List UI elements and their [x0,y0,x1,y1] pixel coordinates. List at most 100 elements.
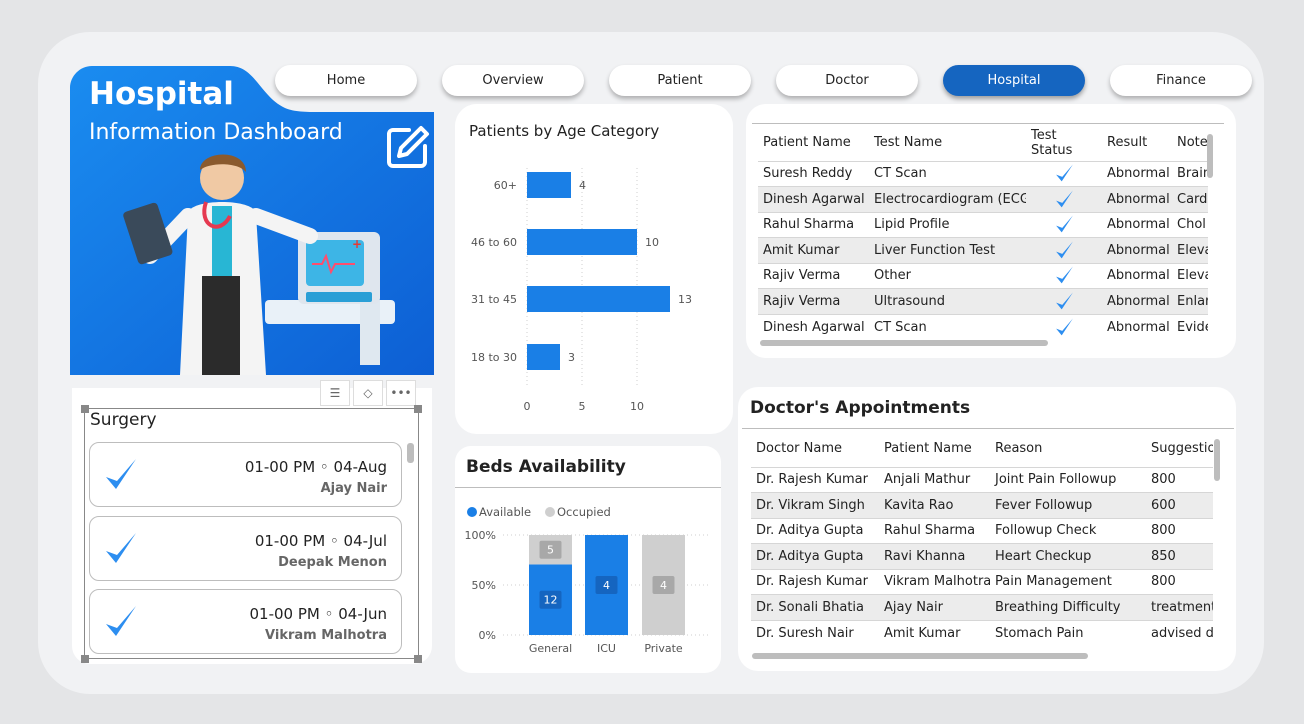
bar [527,172,571,198]
column-header[interactable]: Doctor Name [751,431,879,467]
table-cell: Suresh Reddy [758,160,869,187]
table-cell: Card [1172,186,1208,212]
table-row[interactable]: Dr. Sonali Bhatia Ajay Nair Breathing Diff… [751,594,1213,620]
check-icon [1055,241,1073,259]
table-cell: 800 [1146,568,1213,595]
table-row[interactable]: Dr. Suresh Nair Amit Kumar Stomach Pain adv… [751,619,1213,645]
table-row[interactable]: Rahul Sharma Lipid Profile Abnormal Chol [758,211,1208,238]
table-cell: 800 [1146,517,1213,544]
table-row[interactable]: Suresh Reddy CT Scan Abnormal Brain [758,160,1208,187]
table-cell: Joint Pain Followup [990,466,1146,493]
status-check-icon [1026,288,1102,314]
table-cell: Ajay Nair [879,594,990,620]
table-row[interactable]: Rajiv Verma Ultrasound Abnormal Enlar [758,288,1208,314]
table-cell: Abnormal [1102,160,1172,187]
appointments-table-wrap: Doctor NamePatient NameReasonSuggestion … [751,431,1213,645]
table-row[interactable]: Amit Kumar Liver Function Test Abnormal Ele… [758,237,1208,263]
resize-handle[interactable] [81,655,89,663]
table-cell: 600 [1146,492,1213,518]
bar [527,229,637,255]
surgery-time: 01-00 PM ◦ 04-Aug [244,458,387,476]
filter-icon[interactable]: ☰ [320,380,350,406]
status-check-icon [1026,262,1102,289]
scrollbar[interactable] [752,653,1088,659]
scrollbar[interactable] [407,443,414,463]
edit-icon[interactable] [385,124,431,170]
svg-text:+: + [352,237,362,251]
table-row[interactable]: Dr. Aditya Gupta Ravi Khanna Heart Checkup… [751,543,1213,569]
table-row[interactable]: Dr. Aditya Gupta Rahul Sharma Followup Che… [751,517,1213,544]
scrollbar[interactable] [1214,439,1220,481]
nav-tab-hospital[interactable]: Hospital [943,65,1085,96]
table-cell: Abnormal [1102,186,1172,212]
surgery-patient: Ajay Nair [320,481,387,496]
column-header[interactable]: Result [1102,125,1172,161]
resize-handle[interactable] [81,405,89,413]
y-tick-label: 46 to 60 [471,236,517,249]
bar [527,286,670,312]
table-cell: Abnormal [1102,288,1172,314]
table-cell: Enlar [1172,288,1208,314]
surgery-item[interactable]: 01-00 PM ◦ 04-Jun Vikram Malhotra [89,589,402,654]
tests-table-wrap: Patient Name Test Name Test Status Result No… [758,125,1208,339]
table-row[interactable]: Dr. Rajesh Kumar Anjali Mathur Joint Pain … [751,466,1213,493]
nav-tab-overview[interactable]: Overview [442,65,584,96]
x-tick-label: 10 [630,400,644,413]
table-cell: 800 [1146,466,1213,493]
tests-table: Patient Name Test Name Test Status Result No… [758,125,1208,339]
check-icon [106,459,136,489]
status-check-icon [1026,237,1102,263]
table-row[interactable]: Dr. Vikram Singh Kavita Rao Fever Followup… [751,492,1213,518]
column-header[interactable]: Patient Name [879,431,990,467]
column-header[interactable]: Test Name [869,125,1026,161]
surgery-time: 01-00 PM ◦ 04-Jun [249,605,388,623]
table-cell: Abnormal [1102,313,1172,339]
table-cell: Ultrasound [869,288,1026,314]
data-label: 10 [645,236,659,249]
scrollbar[interactable] [1207,134,1213,178]
more-options-icon[interactable]: ••• [386,380,416,406]
table-cell: Ravi Khanna [879,543,990,569]
table-row[interactable]: Dinesh Agarwal Electrocardiogram (ECG) Abn… [758,186,1208,212]
data-label: 4 [660,579,667,592]
age-bar-chart: 60+ 4 46 to 60 10 31 to 45 13 18 to 30 3 0 5 10 [471,168,692,413]
eraser-icon[interactable]: ◇ [353,380,383,406]
y-tick-label: 18 to 30 [471,351,517,364]
surgery-item[interactable]: 01-00 PM ◦ 04-Jul Deepak Menon [89,516,402,581]
x-tick-label: ICU [597,642,616,655]
table-row[interactable]: Dinesh AgarwalCT Scan AbnormalEvide [758,313,1208,339]
table-cell: Dr. Rajesh Kumar [751,466,879,493]
scrollbar[interactable] [760,340,1048,346]
surgery-item[interactable]: 01-00 PM ◦ 04-Aug Ajay Nair [89,442,402,507]
check-icon [1055,215,1073,233]
table-cell: treatment [1146,594,1213,620]
column-header[interactable]: Patient Name [758,125,869,161]
table-cell: Fever Followup [990,492,1146,518]
column-header[interactable]: Reason [990,431,1146,467]
nav-tab-finance[interactable]: Finance [1110,65,1252,96]
divider [455,487,721,488]
x-tick-label: 5 [579,400,586,413]
legend-marker [545,507,555,517]
status-check-icon [1026,186,1102,212]
column-header[interactable]: Notes [1172,125,1208,161]
x-tick-label: Private [644,642,683,655]
resize-handle[interactable] [414,405,422,413]
beds-bar-chart: Available Occupied 100% 50% 0% 12 5 General 4 ICU… [465,505,710,655]
table-cell: Abnormal [1102,262,1172,289]
surgery-patient: Deepak Menon [278,555,387,570]
table-row[interactable]: Rajiv VermaOther AbnormalEleva [758,262,1208,289]
surgery-title: Surgery [90,410,157,430]
column-header[interactable]: Test Status [1026,125,1102,161]
table-cell: Abnormal [1102,211,1172,238]
table-row[interactable]: Dr. Rajesh Kumar Vikram Malhotra Pain Mana… [751,568,1213,595]
appointments-title: Doctor's Appointments [750,398,971,418]
nav-tab-patient[interactable]: Patient [609,65,751,96]
table-cell: Liver Function Test [869,237,1026,263]
nav-tab-doctor[interactable]: Doctor [776,65,918,96]
legend-label: Available [479,505,531,519]
column-header[interactable]: Suggestion [1146,431,1213,467]
table-cell: CT Scan [869,313,1026,339]
divider [742,428,1234,429]
resize-handle[interactable] [414,655,422,663]
